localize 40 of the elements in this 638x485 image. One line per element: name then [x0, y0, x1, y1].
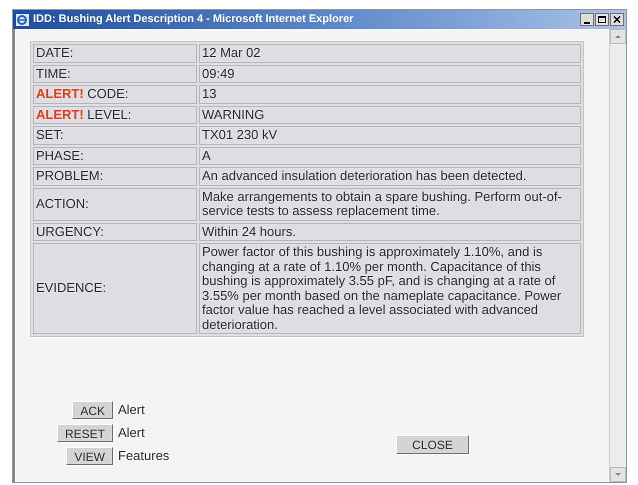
field-value: A [199, 146, 581, 165]
field-label: DATE: [33, 44, 197, 62]
maximize-icon [598, 16, 606, 23]
close-dialog-button[interactable]: CLOSE [396, 435, 469, 454]
down-arrow-icon [615, 473, 621, 476]
minimize-button[interactable] [580, 13, 594, 26]
close-button[interactable] [610, 13, 624, 26]
action-button[interactable]: ACK [72, 401, 113, 419]
field-label: SET: [33, 126, 197, 144]
action-label: Features [118, 447, 170, 466]
minimize-icon [584, 22, 590, 25]
action-label: Alert [118, 401, 145, 420]
browser-logo-icon [15, 12, 30, 26]
close-icon [613, 16, 621, 23]
field-value: 13 [199, 85, 581, 104]
field-value: TX01 230 kV [199, 126, 581, 144]
field-label: LEVEL: [87, 106, 132, 122]
action-label: Alert [118, 424, 145, 442]
field-label: ACTION: [33, 188, 197, 220]
field-value: WARNING [199, 106, 581, 124]
field-value: Power factor of this bushing is approximately 1.10%, and is changing at a rate of 1.10% per month. Capacitance of this bushing is approximately 3.55 pF, and is changing at a rate of 3.55% per month based on the nameplate capacitance. Power factor value has reached a level associated with advanced deterioration. [199, 243, 581, 334]
field-label: TIME: [33, 64, 197, 83]
field-label: EVIDENCE: [33, 243, 197, 334]
field-label: CODE: [87, 86, 128, 101]
field-value: Make arrangements to obtain a spare bushing. Perform out-of-service tests to assess replacement time. [199, 188, 581, 220]
field-label: PHASE: [33, 146, 197, 165]
field-value: An advanced insulation deterioration has been detected. [199, 167, 581, 186]
field-value: 09:49 [199, 64, 581, 83]
field-label: PROBLEM: [33, 167, 197, 186]
field-value: 12 Mar 02 [199, 44, 581, 62]
scroll-down-button[interactable] [610, 467, 626, 482]
alert-prefix: ALERT! [36, 106, 84, 122]
field-value: Within 24 hours. [199, 222, 581, 241]
maximize-button[interactable] [595, 13, 609, 26]
up-arrow-icon [615, 35, 621, 38]
action-button[interactable]: RESET [56, 424, 113, 442]
window-title: IDD: Bushing Alert Description 4 - Microsoft Internet Explorer [33, 12, 354, 28]
field-label: URGENCY: [33, 222, 197, 241]
alert-prefix: ALERT! [36, 86, 84, 101]
action-button[interactable]: VIEW [66, 447, 113, 465]
